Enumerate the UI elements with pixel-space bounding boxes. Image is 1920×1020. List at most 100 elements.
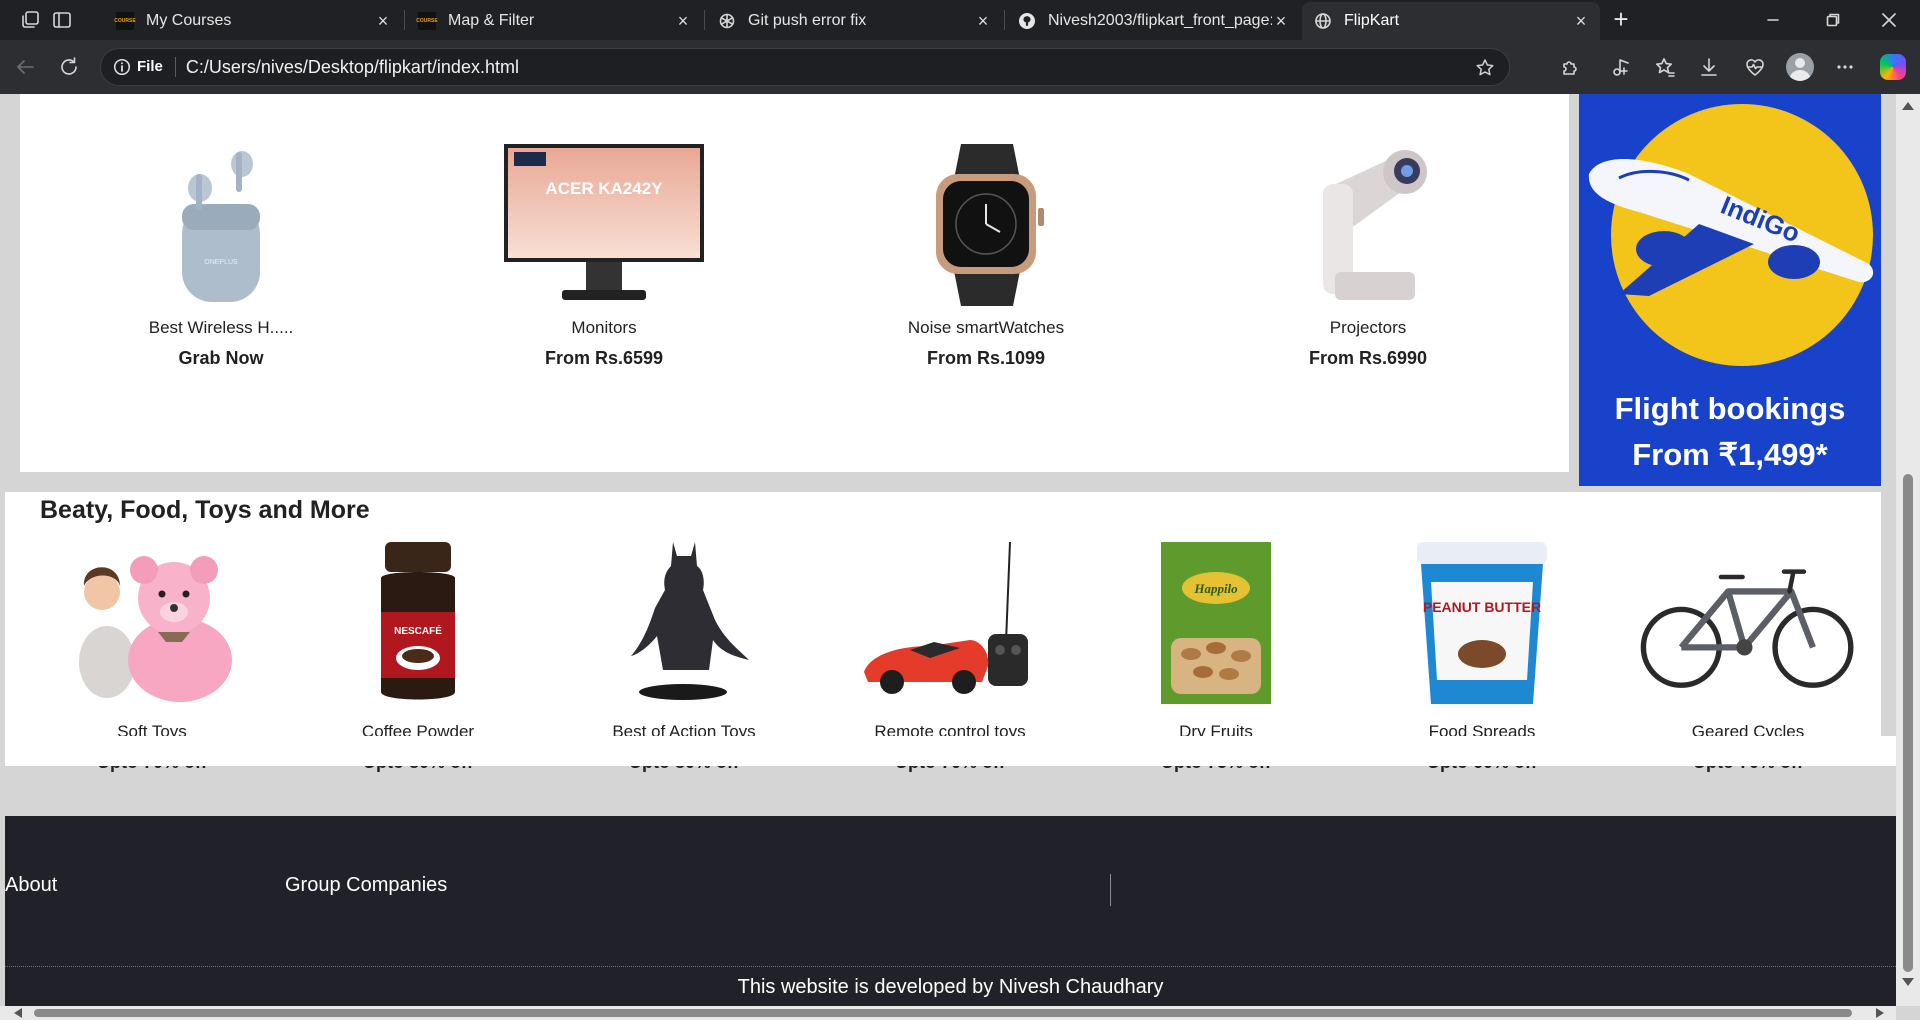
action-figure-image	[574, 542, 794, 704]
scroll-down-arrow-icon[interactable]	[1902, 978, 1914, 986]
tab-my-courses[interactable]: COURSE My Courses ×	[104, 2, 402, 40]
almonds-brand-label: Happilo	[1193, 581, 1238, 596]
github-icon	[1018, 12, 1036, 30]
minimize-button[interactable]	[1750, 0, 1796, 40]
scrollbar-thumb[interactable]	[1903, 474, 1913, 972]
tab-title: Nivesh2003/flipkart_front_page: T	[1048, 12, 1272, 29]
tab-flipkart[interactable]: FlipKart ×	[1302, 2, 1600, 40]
tab-separator	[1004, 10, 1005, 30]
music-note-icon	[1613, 59, 1629, 76]
back-arrow-icon	[17, 60, 34, 74]
info-icon[interactable]	[113, 58, 131, 76]
more-dots-icon	[1837, 65, 1853, 69]
tab-map-filter[interactable]: COURSE Map & Filter ×	[406, 2, 702, 40]
url-text[interactable]: C:/Users/nives/Desktop/flipkart/index.ht…	[186, 57, 519, 78]
favorite-star-icon[interactable]	[1475, 58, 1495, 78]
tab-git-push-error[interactable]: Git push error fix ×	[706, 2, 1002, 40]
close-icon[interactable]: ×	[1572, 11, 1590, 31]
product-card[interactable]: Noise smartWatches From Rs.1099	[866, 144, 1106, 369]
refresh-icon	[61, 57, 77, 75]
vertical-tabs-icon[interactable]	[48, 6, 76, 34]
projector-image	[1263, 144, 1473, 306]
coffee-brand-label: NESCAFÉ	[394, 624, 442, 637]
monitor-brand-label: ACER KA242Y	[545, 179, 663, 198]
monitor-image: ACER KA242Y	[499, 144, 709, 306]
course-logo-icon: COURSE	[114, 12, 136, 30]
globe-icon	[1314, 12, 1332, 30]
product-card[interactable]: ACER KA242Y Monitors From Rs.6599	[484, 144, 724, 369]
settings-menu-button[interactable]	[1830, 52, 1860, 82]
product-offer: From Rs.1099	[926, 348, 1046, 368]
tab-title: Map & Filter	[448, 12, 535, 29]
scroll-right-arrow-icon[interactable]	[1876, 1008, 1884, 1018]
product-name: Projectors	[1329, 318, 1407, 337]
bicycle-image	[1638, 542, 1858, 704]
footer-divider	[1110, 874, 1111, 906]
footer-credit: This website is developed by Nivesh Chau…	[737, 976, 1164, 998]
section-title: Beaty, Food, Toys and More	[40, 496, 370, 524]
address-bar[interactable]: File C:/Users/nives/Desktop/flipkart/ind…	[100, 48, 1510, 86]
vertical-scrollbar[interactable]	[1896, 94, 1920, 1006]
close-icon[interactable]: ×	[674, 11, 692, 31]
category-section: Beaty, Food, Toys and More Soft Toys NES…	[5, 492, 1881, 772]
footer-separator	[5, 966, 1896, 967]
minimize-icon	[1767, 19, 1779, 21]
scroll-left-arrow-icon[interactable]	[14, 1008, 22, 1018]
teddy-bear-image	[42, 542, 262, 704]
product-offer: From Rs.6990	[1308, 348, 1428, 368]
profile-avatar[interactable]	[1786, 53, 1814, 81]
downloads-button[interactable]	[1694, 52, 1724, 82]
flight-booking-banner[interactable]: IndiGo Flight bookings From ₹1,499*	[1579, 94, 1881, 486]
close-icon[interactable]: ×	[974, 11, 992, 31]
banner-text: Flight bookings From ₹1,499*	[1579, 386, 1881, 478]
spread-label: PEANUT BUTTER	[1423, 599, 1541, 615]
restore-icon	[1826, 13, 1840, 27]
tab-separator	[404, 10, 405, 30]
tab-title: My Courses	[146, 12, 232, 29]
extensions-button[interactable]	[1556, 52, 1586, 82]
footer: About Group Companies This website is de…	[5, 816, 1896, 1020]
download-icon	[1701, 58, 1717, 76]
tab-title: FlipKart	[1344, 12, 1400, 29]
horizontal-scrollbar[interactable]	[0, 1006, 1896, 1020]
refresh-button[interactable]	[54, 52, 84, 82]
read-aloud-button[interactable]	[1606, 52, 1636, 82]
restore-button[interactable]	[1810, 0, 1856, 40]
close-icon	[1882, 13, 1896, 27]
almonds-pack-image: Happilo	[1106, 542, 1326, 704]
workspaces-icon[interactable]	[16, 6, 44, 34]
airplane-image: IndiGo	[1588, 159, 1874, 296]
product-name: Noise smartWatches	[907, 318, 1065, 337]
back-button[interactable]	[10, 52, 40, 82]
scrollbar-thumb[interactable]	[34, 1009, 1852, 1017]
tab-strip: COURSE My Courses × COURSE Map & Filter …	[0, 0, 1920, 40]
new-tab-button[interactable]: +	[1607, 6, 1635, 34]
product-card[interactable]: Projectors From Rs.6990	[1248, 144, 1488, 369]
earbuds-image: ONEPLUS	[116, 144, 326, 306]
favorites-button[interactable]	[1650, 52, 1680, 82]
close-icon[interactable]: ×	[374, 11, 392, 31]
chatgpt-icon	[718, 12, 736, 30]
product-name: Best Wireless H.....	[148, 318, 294, 337]
scroll-up-arrow-icon[interactable]	[1902, 102, 1914, 110]
footer-group-companies-link[interactable]: Group Companies	[285, 874, 447, 897]
tab-separator	[704, 10, 705, 30]
close-icon[interactable]: ×	[1272, 11, 1290, 31]
coffee-jar-image: NESCAFÉ	[308, 542, 528, 704]
browser-toolbar: File C:/Users/nives/Desktop/flipkart/ind…	[0, 40, 1920, 94]
product-card[interactable]: ONEPLUS Best Wireless H..... Grab Now	[101, 144, 341, 369]
rc-car-image	[840, 542, 1060, 704]
copilot-icon[interactable]	[1880, 54, 1906, 80]
product-offer: From Rs.6599	[544, 348, 664, 368]
peanut-butter-image: PEANUT BUTTER	[1372, 542, 1592, 704]
browser-essentials-button[interactable]	[1740, 52, 1770, 82]
product-offer: Grab Now	[178, 348, 264, 368]
heart-pulse-icon	[1746, 59, 1764, 76]
file-scheme-label: File	[137, 57, 176, 77]
close-window-button[interactable]	[1866, 0, 1912, 40]
page-viewport: ONEPLUS Best Wireless H..... Grab Now AC…	[0, 94, 1920, 1020]
favorites-star-icon	[1656, 58, 1675, 77]
tab-github-repo[interactable]: Nivesh2003/flipkart_front_page: T ×	[1006, 2, 1300, 40]
footer-about-link[interactable]: About	[5, 874, 57, 897]
banner-line-1: Flight bookings	[1614, 391, 1846, 426]
